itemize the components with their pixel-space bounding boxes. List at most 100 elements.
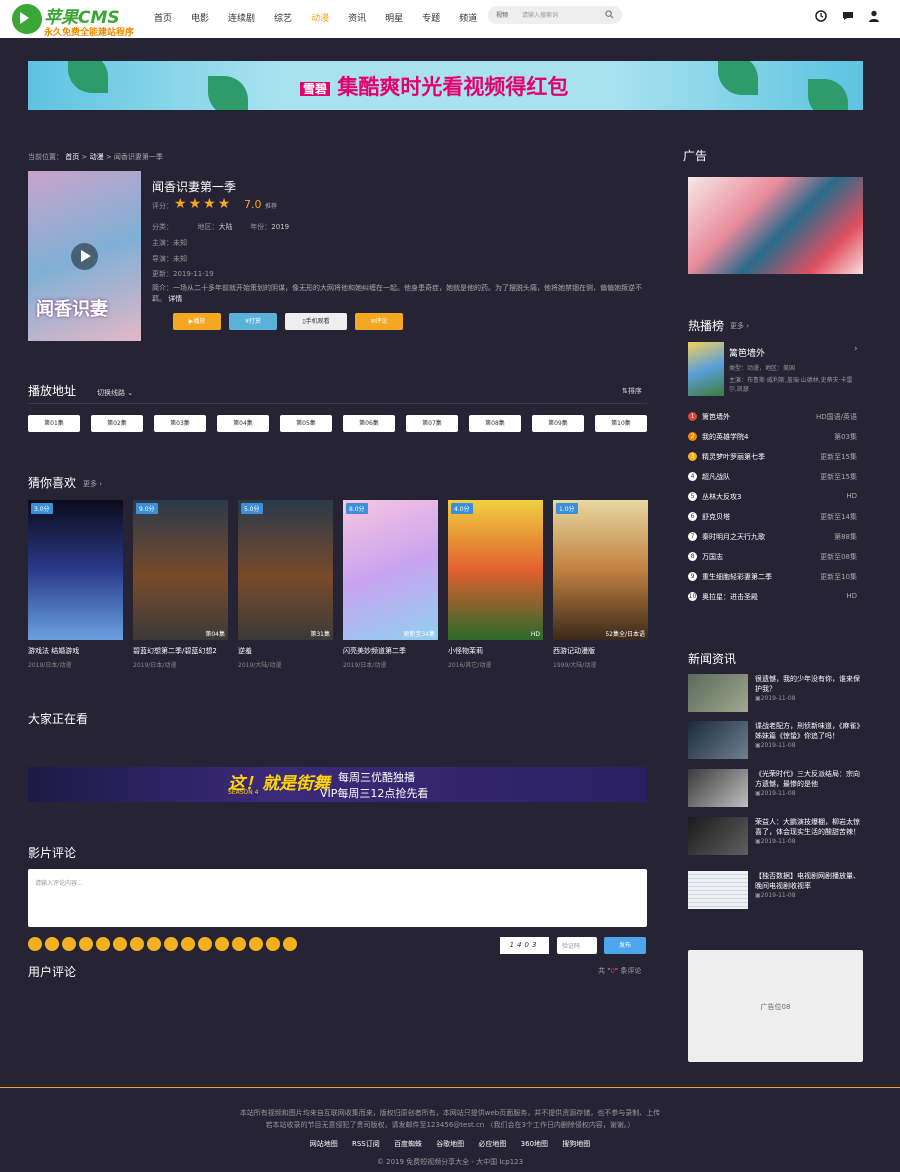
episode-button[interactable]: 第06集 <box>343 415 395 432</box>
play-button[interactable]: ▶播放 <box>173 313 221 330</box>
hot-rank-item[interactable]: 10 奥拉星：进击圣殿 HD <box>688 592 857 612</box>
star-icon[interactable]: ★ <box>174 197 187 211</box>
breadcrumb-home[interactable]: 首页 <box>65 153 79 161</box>
news-headline[interactable]: 【独否数据】电视剧网剧播放量、晚间电视剧收视率 <box>755 872 860 890</box>
star-icon[interactable]: ★ <box>203 197 216 211</box>
rank-title[interactable]: 秦时明月之天行九歌 <box>702 532 765 542</box>
nav-item-stars[interactable]: 明星 <box>385 11 403 24</box>
news-item[interactable]: 《光荣时代》三大反派结局：宗向方遗憾，最惨的是他 ▣2019-11-08 <box>688 769 863 807</box>
sidebar-ad-image[interactable] <box>688 177 863 274</box>
emoji-icon[interactable] <box>164 937 178 951</box>
footer-link-sitemap[interactable]: 网站地图 <box>310 1140 338 1148</box>
video-card[interactable]: 5.0分 第31集 逆羞 2019/大陆/动漫 <box>238 500 333 669</box>
rank-title[interactable]: 丛林大反攻3 <box>702 492 741 502</box>
emoji-icon[interactable] <box>147 937 161 951</box>
hot-rank-item[interactable]: 2 我的英雄学院4 第03集 <box>688 432 857 452</box>
episode-button[interactable]: 第02集 <box>91 415 143 432</box>
detail-more-link[interactable]: 详情 <box>168 295 182 303</box>
card-title[interactable]: 碧蓝幻想第二季/碧蓝幻想2 <box>133 646 228 656</box>
rank-title[interactable]: 超凡战队 <box>702 472 730 482</box>
card-thumbnail[interactable]: 8.0分 更新至34集 <box>343 500 438 640</box>
hot-top-title[interactable]: 篱笆墙外 <box>729 346 849 359</box>
breadcrumb-category[interactable]: 动漫 <box>90 153 104 161</box>
news-item[interactable]: 荣益人：大鹏演技爆棚，柳岩太惊喜了，体会现实生活的酸甜苦辣！ ▣2019-11-0… <box>688 817 863 855</box>
user-icon[interactable] <box>868 10 880 22</box>
footer-link-baidu[interactable]: 百度蜘蛛 <box>394 1140 422 1148</box>
news-headline[interactable]: 《光荣时代》三大反派结局：宗向方遗憾，最惨的是他 <box>755 770 860 788</box>
chevron-right-icon[interactable]: › <box>854 344 858 354</box>
top-banner-ad[interactable]: 雪碧 集酷爽时光看视频得红包 <box>28 61 863 110</box>
video-poster[interactable]: 闻香识妻 <box>28 171 141 341</box>
rank-title[interactable]: 篱笆墙外 <box>702 412 730 422</box>
tip-button[interactable]: ¥打赏 <box>229 313 277 330</box>
emoji-icon[interactable] <box>62 937 76 951</box>
emoji-icon[interactable] <box>181 937 195 951</box>
emoji-icon[interactable] <box>283 937 297 951</box>
news-headline[interactable]: 谍战老配方，刑侦新味道，《麻雀》姊妹篇《惊蛰》你追了吗！ <box>755 722 860 740</box>
switch-source-dropdown[interactable]: 切换线路 ⌄ <box>97 388 133 398</box>
card-title[interactable]: 西游记动漫版 <box>553 646 648 656</box>
rank-title[interactable]: 万国志 <box>702 552 723 562</box>
guess-more-link[interactable]: 更多 › <box>83 479 102 489</box>
emoji-icon[interactable] <box>28 937 42 951</box>
news-item[interactable]: 【独否数据】电视剧网剧播放量、晚间电视剧收视率 ▣2019-11-08 <box>688 871 863 909</box>
video-card[interactable]: 3.0分 游戏法 结婚游戏 2019/日本/动漫 <box>28 500 123 669</box>
emoji-icon[interactable] <box>79 937 93 951</box>
news-headline[interactable]: 很遗憾，我的少年没有你，谁来保护我？ <box>755 675 860 693</box>
comment-input[interactable]: 请输入评论内容... <box>28 869 647 927</box>
news-thumbnail[interactable] <box>688 871 748 909</box>
hot-top-thumbnail[interactable] <box>688 342 724 396</box>
emoji-icon[interactable] <box>215 937 229 951</box>
news-thumbnail[interactable] <box>688 769 748 807</box>
hot-more-link[interactable]: 更多 › <box>730 321 749 331</box>
emoji-icon[interactable] <box>45 937 59 951</box>
rating-stars[interactable]: ★ ★ ★ ★ <box>174 197 230 211</box>
play-icon[interactable] <box>71 243 98 270</box>
episode-button[interactable]: 第07集 <box>406 415 458 432</box>
captcha-image[interactable]: 1403 <box>500 937 549 954</box>
episode-button[interactable]: 第05集 <box>280 415 332 432</box>
emoji-icon[interactable] <box>130 937 144 951</box>
rank-title[interactable]: 舒克贝塔 <box>702 512 730 522</box>
footer-link-rss[interactable]: RSS订阅 <box>352 1140 380 1148</box>
ad-slot-08[interactable]: 广告位08 <box>688 950 863 1062</box>
episode-button[interactable]: 第01集 <box>28 415 80 432</box>
nav-item-movie[interactable]: 电影 <box>191 11 209 24</box>
nav-item-home[interactable]: 首页 <box>154 11 172 24</box>
nav-item-channels[interactable]: 频道 <box>459 11 477 24</box>
episode-button[interactable]: 第08集 <box>469 415 521 432</box>
card-title[interactable]: 游戏法 结婚游戏 <box>28 646 123 656</box>
card-thumbnail[interactable]: 9.0分 第04集 <box>133 500 228 640</box>
message-icon[interactable] <box>842 10 854 22</box>
hot-rank-item[interactable]: 9 重生细胞轻彩妻第二季 更新至10集 <box>688 572 857 592</box>
card-thumbnail[interactable]: 4.0分 HD <box>448 500 543 640</box>
nav-item-topics[interactable]: 专题 <box>422 11 440 24</box>
hot-rank-item[interactable]: 1 篱笆墙外 HD国语/英语 <box>688 412 857 432</box>
footer-link-google[interactable]: 谷歌地图 <box>436 1140 464 1148</box>
video-card[interactable]: 9.0分 第04集 碧蓝幻想第二季/碧蓝幻想2 2019/日本/动漫 <box>133 500 228 669</box>
news-headline[interactable]: 荣益人：大鹏演技爆棚，柳岩太惊喜了，体会现实生活的酸甜苦辣！ <box>755 818 860 836</box>
search-input[interactable]: 请输入搜索词 <box>522 10 558 19</box>
hot-rank-item[interactable]: 5 丛林大反攻3 HD <box>688 492 857 512</box>
emoji-icon[interactable] <box>113 937 127 951</box>
episode-button[interactable]: 第03集 <box>154 415 206 432</box>
sort-button[interactable]: ⇅排序 <box>622 386 642 396</box>
star-icon[interactable]: ★ <box>189 197 202 211</box>
card-title[interactable]: 逆羞 <box>238 646 333 656</box>
rank-title[interactable]: 精灵梦叶罗丽第七季 <box>702 452 765 462</box>
site-logo[interactable]: 苹果CMS 永久免费全能建站程序 <box>12 3 140 38</box>
video-card[interactable]: 1.0分 52集全/日本语 西游记动漫版 1999/大陆/动漫 <box>553 500 648 669</box>
search-type-select[interactable]: 视频 <box>496 10 508 19</box>
episode-button[interactable]: 第04集 <box>217 415 269 432</box>
news-thumbnail[interactable] <box>688 817 748 855</box>
mobile-watch-button[interactable]: ▯手机观看 <box>285 313 347 330</box>
emoji-icon[interactable] <box>198 937 212 951</box>
news-thumbnail[interactable] <box>688 721 748 759</box>
news-thumbnail[interactable] <box>688 674 748 712</box>
emoji-icon[interactable] <box>96 937 110 951</box>
video-card[interactable]: 8.0分 更新至34集 闪亮美妙频道第二季 2019/日本/动漫 <box>343 500 438 669</box>
footer-link-bing[interactable]: 必应地图 <box>478 1140 506 1148</box>
card-title[interactable]: 闪亮美妙频道第二季 <box>343 646 438 656</box>
rank-title[interactable]: 重生细胞轻彩妻第二季 <box>702 572 772 582</box>
nav-item-variety[interactable]: 综艺 <box>274 11 292 24</box>
